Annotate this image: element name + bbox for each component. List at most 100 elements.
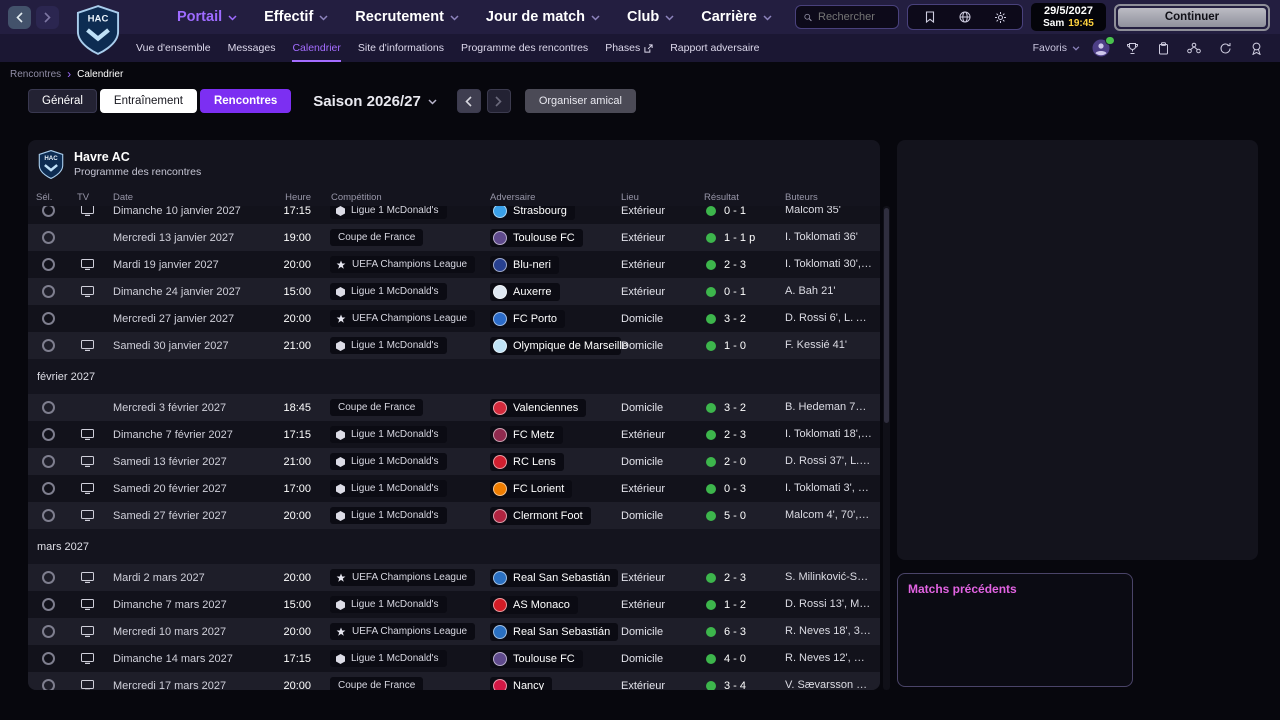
subnav-item-site-d-informations[interactable]: Site d'informations [358,34,444,62]
opponent-chip[interactable]: FC Lorient [490,479,573,498]
tab-rencontres[interactable]: Rencontres [199,89,292,113]
opponent-chip[interactable]: FC Metz [490,425,563,444]
world-button[interactable] [955,7,975,27]
season-next-button[interactable] [486,89,511,113]
select-radio[interactable] [41,401,55,414]
column-header-buteurs[interactable]: Buteurs [785,192,880,203]
social-button[interactable] [1184,38,1204,58]
notebook-button[interactable] [1153,38,1173,58]
match-row[interactable]: Samedi 30 janvier 2027 21:00 Ligue 1 McD… [28,332,880,359]
search-input[interactable] [818,11,890,23]
competition-chip[interactable]: Ligue 1 McDonald's [330,596,447,613]
match-row[interactable]: Mercredi 10 mars 2027 20:00 UEFA Champio… [28,618,880,645]
result[interactable]: 2 - 3 [704,572,785,584]
nav-item-club[interactable]: Club [627,9,674,25]
result[interactable]: 0 - 1 [704,286,785,298]
column-header-sel[interactable]: Sél. [28,192,68,203]
nav-item-portail[interactable]: Portail [177,9,237,25]
competition-chip[interactable]: Coupe de France [330,229,424,246]
match-row[interactable]: Dimanche 7 mars 2027 15:00 Ligue 1 McDon… [28,591,880,618]
opponent-chip[interactable]: Real San Sebastián [490,622,619,641]
select-radio[interactable] [41,598,55,611]
match-row[interactable]: Samedi 27 février 2027 20:00 Ligue 1 McD… [28,502,880,529]
column-header-date[interactable]: Date [106,192,274,203]
settings-button[interactable] [990,7,1010,27]
result[interactable]: 3 - 2 [704,402,785,414]
awards-button[interactable] [1246,38,1266,58]
result[interactable]: 1 - 2 [704,599,785,611]
opponent-chip[interactable]: Strasbourg [490,206,575,220]
scrollbar[interactable] [883,206,890,690]
column-header-heure[interactable]: Heure [274,192,330,203]
arrange-friendly-button[interactable]: Organiser amical [524,89,636,113]
select-radio[interactable] [41,625,55,638]
match-row[interactable]: Dimanche 10 janvier 2027 17:15 Ligue 1 M… [28,206,880,224]
subnav-item-phases[interactable]: Phases [605,34,653,62]
competition-chip[interactable]: UEFA Champions League [330,623,476,640]
result[interactable]: 5 - 0 [704,510,785,522]
select-radio[interactable] [41,312,55,325]
scrollbar-thumb[interactable] [884,208,889,423]
match-row[interactable]: Mardi 2 mars 2027 20:00 UEFA Champions L… [28,564,880,591]
competition-chip[interactable]: Ligue 1 McDonald's [330,206,447,219]
notes-button[interactable] [920,7,940,27]
match-row[interactable]: Samedi 20 février 2027 17:00 Ligue 1 McD… [28,475,880,502]
column-header-resultat[interactable]: Résultat [704,192,785,203]
select-radio[interactable] [41,652,55,665]
result[interactable]: 1 - 0 [704,340,785,352]
nav-item-effectif[interactable]: Effectif [264,9,328,25]
select-radio[interactable] [41,428,55,441]
competition-chip[interactable]: Ligue 1 McDonald's [330,337,447,354]
select-radio[interactable] [41,509,55,522]
sync-button[interactable] [1215,38,1235,58]
select-radio[interactable] [41,339,55,352]
opponent-chip[interactable]: Olympique de Marseille [490,336,628,355]
opponent-chip[interactable]: AS Monaco [490,595,578,614]
match-row[interactable]: Mardi 19 janvier 2027 20:00 UEFA Champio… [28,251,880,278]
opponent-chip[interactable]: Clermont Foot [490,506,591,525]
column-header-lieu[interactable]: Lieu [621,192,704,203]
favoris-dropdown[interactable]: Favoris [1033,42,1080,54]
match-row[interactable]: Mercredi 3 février 2027 18:45 Coupe de F… [28,394,880,421]
breadcrumb-parent[interactable]: Rencontres [10,69,61,80]
season-prev-button[interactable] [456,89,481,113]
competitions-button[interactable] [1122,38,1142,58]
competition-chip[interactable]: Ligue 1 McDonald's [330,283,447,300]
subnav-item-messages[interactable]: Messages [228,34,276,62]
history-back-button[interactable] [8,5,31,29]
select-radio[interactable] [41,231,55,244]
match-row[interactable]: Mercredi 17 mars 2027 20:00 Coupe de Fra… [28,672,880,690]
opponent-chip[interactable]: RC Lens [490,452,564,471]
club-crest[interactable]: HAC [76,5,120,55]
subnav-item-calendrier[interactable]: Calendrier [292,34,342,62]
column-header-competition[interactable]: Compétition [330,192,490,203]
tab-entrainement[interactable]: Entraînement [99,89,197,113]
select-radio[interactable] [41,455,55,468]
competition-chip[interactable]: UEFA Champions League [330,310,476,327]
opponent-chip[interactable]: Auxerre [490,282,560,301]
tab-general[interactable]: Général [28,89,97,113]
match-row[interactable]: Dimanche 24 janvier 2027 15:00 Ligue 1 M… [28,278,880,305]
opponent-chip[interactable]: Toulouse FC [490,649,583,668]
competition-chip[interactable]: Ligue 1 McDonald's [330,650,447,667]
column-header-tv[interactable]: TV [68,192,106,203]
competition-chip[interactable]: UEFA Champions League [330,569,476,586]
select-radio[interactable] [41,285,55,298]
match-row[interactable]: Mercredi 13 janvier 2027 19:00 Coupe de … [28,224,880,251]
subnav-item-rapport-adversaire[interactable]: Rapport adversaire [670,34,759,62]
subnav-item-vue-d-ensemble[interactable]: Vue d'ensemble [136,34,211,62]
competition-chip[interactable]: UEFA Champions League [330,256,476,273]
competition-chip[interactable]: Ligue 1 McDonald's [330,453,447,470]
search-box[interactable] [795,5,899,29]
result[interactable]: 1 - 1 p [704,232,785,244]
nav-item-jour-de-match[interactable]: Jour de match [486,9,600,25]
nav-item-recrutement[interactable]: Recrutement [355,9,459,25]
game-date[interactable]: 29/5/2027 Sam 19:45 [1031,3,1106,31]
select-radio[interactable] [41,206,55,217]
history-forward-button[interactable] [36,5,59,29]
season-selector[interactable]: Saison 2026/27 [313,93,437,110]
select-radio[interactable] [41,258,55,271]
continue-button[interactable]: Continuer [1118,7,1266,27]
opponent-chip[interactable]: FC Porto [490,309,566,328]
competition-chip[interactable]: Coupe de France [330,399,424,416]
